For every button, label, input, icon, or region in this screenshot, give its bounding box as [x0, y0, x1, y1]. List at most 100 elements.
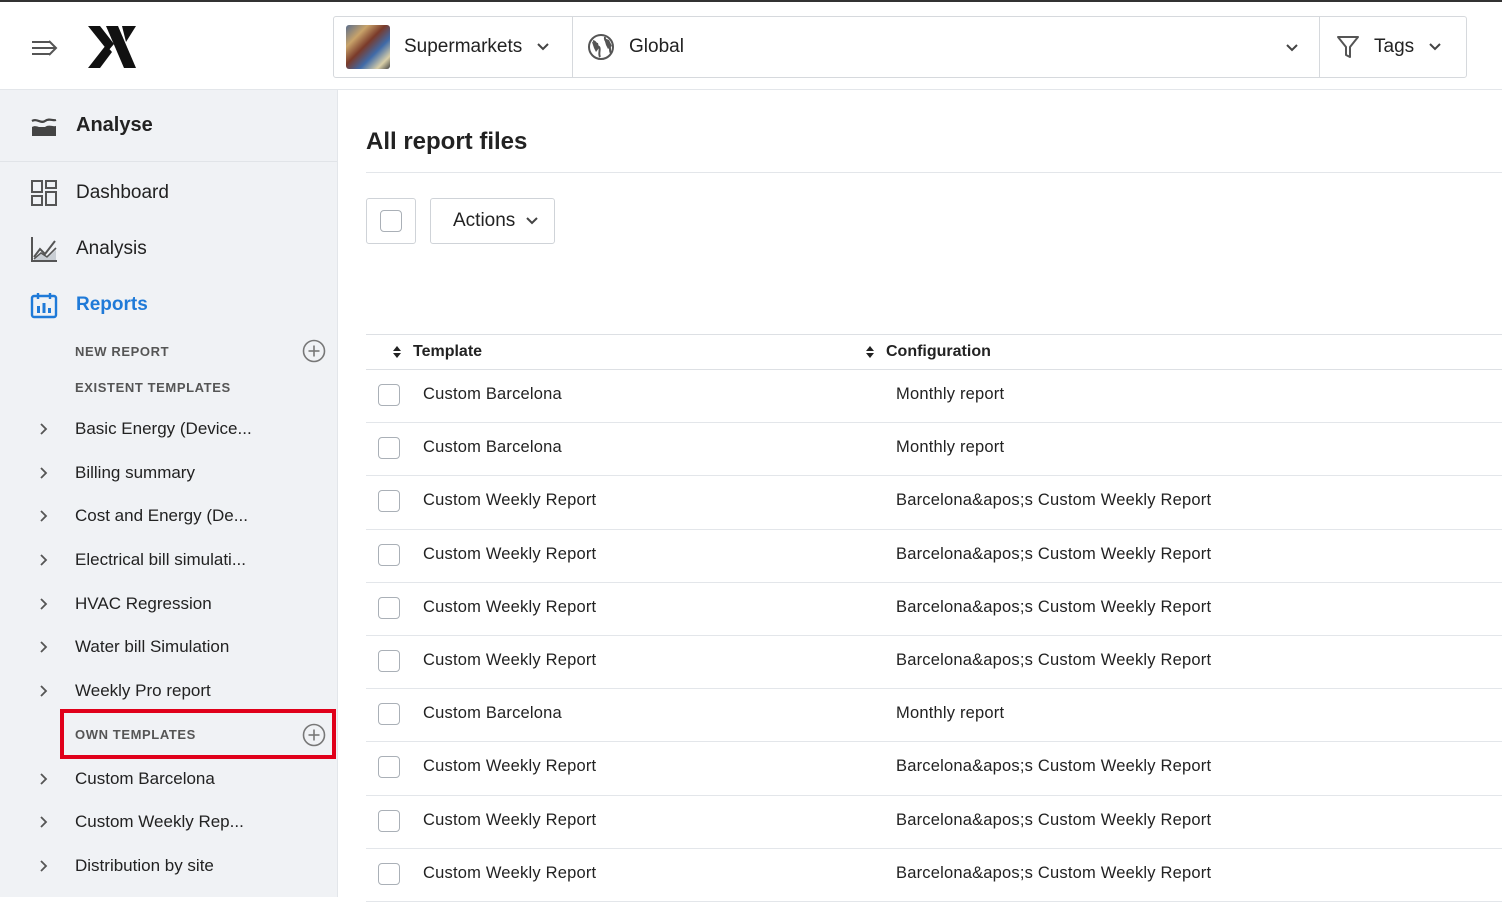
template-item[interactable]: Basic Energy (Device... — [0, 407, 337, 451]
cell-template: Custom Weekly Report — [423, 544, 597, 563]
chevron-right-icon — [40, 773, 48, 785]
scope-selector[interactable]: Global — [573, 17, 1320, 77]
template-item[interactable]: Weekly Pro report — [0, 669, 337, 713]
chevron-right-icon — [40, 641, 48, 653]
chevron-right-icon — [40, 816, 48, 828]
sidebar-analyse-header[interactable]: Analyse — [0, 90, 337, 162]
chevron-right-icon — [40, 860, 48, 872]
actions-label: Actions — [453, 210, 516, 231]
app-logo[interactable] — [86, 24, 138, 70]
chevron-right-icon — [40, 597, 48, 610]
row-checkbox[interactable] — [378, 384, 400, 406]
table-row[interactable]: Custom Weekly Report Barcelona&apos;s Cu… — [366, 742, 1502, 796]
template-item-label: Weekly Pro report — [75, 680, 211, 700]
new-report-heading: NEW REPORT — [0, 333, 337, 369]
table-row[interactable]: Custom Weekly Report Barcelona&apos;s Cu… — [366, 796, 1502, 849]
column-header-configuration[interactable]: Configuration — [865, 335, 991, 369]
template-item-label: HVAC Regression — [75, 593, 212, 613]
table-row[interactable]: Custom Weekly Report Barcelona&apos;s Cu… — [366, 530, 1502, 583]
cell-configuration: Monthly report — [896, 704, 1005, 723]
template-item-label: Distribution by site — [75, 856, 214, 876]
chevron-right-icon — [40, 685, 48, 697]
column-header-label: Template — [413, 343, 483, 360]
tags-filter[interactable]: Tags — [1320, 17, 1466, 77]
template-item[interactable]: Electrical bill simulati... — [0, 538, 337, 582]
reports-calendar-icon — [30, 293, 58, 319]
cell-configuration: Barcelona&apos;s Custom Weekly Report — [896, 491, 1212, 510]
supermarket-thumbnail — [346, 25, 390, 69]
top-bar: Supermarkets Global Tags — [0, 0, 1502, 90]
chevron-down-icon — [1429, 43, 1441, 51]
cell-template: Custom Weekly Report — [423, 597, 597, 616]
template-item[interactable]: Custom Barcelona — [0, 757, 337, 801]
sidebar-analyse-label: Analyse — [76, 114, 153, 136]
menu-toggle-icon[interactable] — [30, 36, 60, 60]
template-item-label: Water bill Simulation — [75, 637, 230, 657]
template-item[interactable]: Water bill Simulation — [0, 625, 337, 669]
table-row[interactable]: Custom Weekly Report Barcelona&apos;s Cu… — [366, 849, 1502, 902]
template-item-label: Custom Weekly Rep... — [75, 812, 244, 832]
divider — [366, 172, 1502, 173]
row-checkbox[interactable] — [378, 703, 400, 726]
table-row[interactable]: Custom Weekly Report Barcelona&apos;s Cu… — [366, 583, 1502, 636]
table-row[interactable]: Custom Barcelona Monthly report — [366, 370, 1502, 424]
chevron-down-icon — [1286, 44, 1298, 52]
chevron-down-icon — [526, 217, 539, 225]
sidebar-item-reports[interactable]: Reports — [0, 277, 337, 333]
context-selector-bar: Supermarkets Global Tags — [333, 16, 1467, 78]
scope-selector-label: Global — [629, 36, 684, 57]
template-item-label: Billing summary — [75, 462, 195, 482]
site-selector[interactable]: Supermarkets — [334, 17, 573, 77]
sidebar-item-dashboard[interactable]: Dashboard — [0, 165, 337, 221]
site-selector-label: Supermarkets — [404, 36, 523, 57]
template-item[interactable]: HVAC Regression — [0, 582, 337, 626]
row-checkbox[interactable] — [378, 490, 400, 513]
template-item-label: Electrical bill simulati... — [75, 549, 246, 569]
sidebar-item-label: Reports — [76, 294, 148, 315]
cell-configuration: Barcelona&apos;s Custom Weekly Report — [896, 544, 1212, 563]
row-checkbox[interactable] — [378, 862, 400, 885]
table-row[interactable]: Custom Barcelona Monthly report — [366, 689, 1502, 743]
row-checkbox[interactable] — [378, 437, 400, 460]
template-item[interactable]: Billing summary — [0, 451, 337, 495]
cell-configuration: Barcelona&apos;s Custom Weekly Report — [896, 597, 1212, 616]
select-all-checkbox[interactable] — [366, 198, 416, 244]
add-circle-icon[interactable] — [302, 339, 326, 363]
chevron-right-icon — [40, 466, 48, 479]
row-checkbox[interactable] — [378, 809, 400, 832]
sidebar-item-label: Dashboard — [76, 182, 169, 203]
cell-template: Custom Weekly Report — [423, 757, 597, 776]
chevron-right-icon — [40, 554, 48, 566]
row-checkbox[interactable] — [378, 543, 400, 566]
globe-icon — [588, 34, 614, 60]
row-checkbox[interactable] — [378, 756, 400, 779]
report-files-table: Template Configuration Custom Barcelona … — [366, 334, 1502, 902]
template-item-label: Custom Barcelona — [75, 768, 215, 788]
table-row[interactable]: Custom Weekly Report Barcelona&apos;s Cu… — [366, 636, 1502, 690]
table-row[interactable]: Custom Weekly Report Barcelona&apos;s Cu… — [366, 476, 1502, 530]
analyse-icon — [31, 118, 57, 136]
sidebar-item-label: Analysis — [76, 238, 147, 259]
analysis-chart-icon — [31, 237, 57, 262]
cell-configuration: Monthly report — [896, 438, 1005, 457]
sort-icon — [866, 346, 874, 358]
chevron-down-icon — [537, 43, 549, 51]
sidebar-item-analysis[interactable]: Analysis — [0, 221, 337, 277]
new-report-heading-label: NEW REPORT — [75, 343, 170, 359]
column-header-label: Configuration — [886, 343, 991, 360]
template-item[interactable]: Cost and Energy (De... — [0, 494, 337, 538]
row-checkbox[interactable] — [378, 596, 400, 619]
main-content: All report files Actions Template Config… — [338, 90, 1502, 902]
sort-icon — [393, 346, 401, 358]
existent-templates-heading-label: EXISTENT TEMPLATES — [75, 379, 231, 395]
cell-template: Custom Barcelona — [423, 704, 562, 723]
sidebar: Analyse Dashboard Analysis Reports NEW R… — [0, 90, 338, 897]
template-item[interactable]: Distribution by site — [0, 844, 337, 888]
cell-configuration: Barcelona&apos;s Custom Weekly Report — [896, 810, 1212, 829]
column-header-template[interactable]: Template — [392, 335, 482, 369]
template-item[interactable]: Custom Weekly Rep... — [0, 801, 337, 845]
dashboard-icon — [31, 180, 57, 206]
table-row[interactable]: Custom Barcelona Monthly report — [366, 423, 1502, 477]
actions-dropdown[interactable]: Actions — [430, 198, 555, 244]
row-checkbox[interactable] — [378, 649, 400, 672]
